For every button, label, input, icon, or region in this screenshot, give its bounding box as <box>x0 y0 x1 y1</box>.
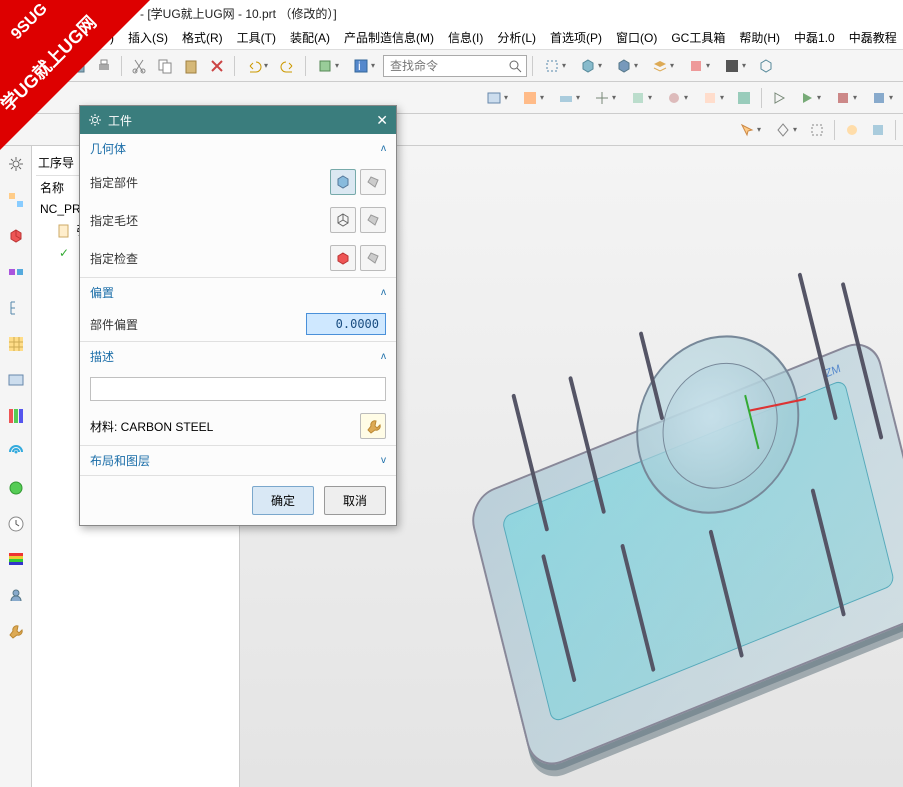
menu-analysis[interactable]: 分析(L) <box>493 27 540 48</box>
menu-zhonglei-tutorial[interactable]: 中磊教程 <box>845 27 901 48</box>
play2[interactable] <box>793 86 827 110</box>
op5[interactable] <box>624 86 658 110</box>
ok-button[interactable]: 确定 <box>252 486 314 515</box>
menu-format[interactable]: 格式(R) <box>178 27 227 48</box>
chevron-up-icon: ʌ <box>381 351 386 362</box>
sheet-icon[interactable] <box>4 332 28 356</box>
sel1[interactable] <box>733 118 767 142</box>
info-button[interactable]: i <box>347 54 381 78</box>
specify-check-label: 指定检查 <box>90 250 138 267</box>
play4[interactable] <box>865 86 899 110</box>
paste-button[interactable] <box>179 54 203 78</box>
chevron-up-icon: ʌ <box>381 143 386 154</box>
sel4[interactable] <box>840 118 864 142</box>
reuse-icon[interactable] <box>4 368 28 392</box>
search-button[interactable] <box>504 56 526 76</box>
globe-icon[interactable] <box>4 476 28 500</box>
description-input[interactable] <box>90 377 386 401</box>
op2[interactable] <box>516 86 550 110</box>
op3[interactable] <box>552 86 586 110</box>
display-blank-button[interactable] <box>360 207 386 233</box>
material-edit-button[interactable] <box>360 413 386 439</box>
menu-assembly[interactable]: 装配(A) <box>286 27 334 48</box>
op1[interactable] <box>480 86 514 110</box>
gradient-icon[interactable] <box>4 548 28 572</box>
play1[interactable] <box>767 86 791 110</box>
specify-blank-button[interactable] <box>330 207 356 233</box>
display-check-button[interactable] <box>360 245 386 271</box>
menu-tools[interactable]: 工具(T) <box>233 27 280 48</box>
gear-icon[interactable] <box>4 152 28 176</box>
tools-icon[interactable] <box>4 620 28 644</box>
part-nav-icon[interactable] <box>4 188 28 212</box>
more-button[interactable] <box>754 54 778 78</box>
op8[interactable] <box>732 86 756 110</box>
render-button[interactable] <box>574 54 608 78</box>
tree-icon[interactable] <box>4 296 28 320</box>
roles-icon[interactable] <box>4 584 28 608</box>
search-box <box>383 55 527 77</box>
chevron-up-icon: ʌ <box>381 287 386 298</box>
copy-button[interactable] <box>153 54 177 78</box>
resource-bar <box>0 146 32 787</box>
search-input[interactable] <box>384 59 504 73</box>
specify-part-label: 指定部件 <box>90 174 138 191</box>
menu-pmi[interactable]: 产品制造信息(M) <box>340 27 438 48</box>
doc-icon <box>56 223 72 239</box>
window-title: - [学UG就上UG网 - 10.prt （修改的）] <box>140 5 337 22</box>
menu-preferences[interactable]: 首选项(P) <box>546 27 606 48</box>
feature-button[interactable] <box>311 54 345 78</box>
clock-icon[interactable] <box>4 512 28 536</box>
layout-section-header[interactable]: 布局和图层 v <box>80 446 396 475</box>
menu-zhonglei1[interactable]: 中磊1.0 <box>790 27 839 48</box>
close-button[interactable]: ✕ <box>376 112 388 129</box>
layer-button[interactable] <box>646 54 680 78</box>
signal-icon[interactable] <box>4 440 28 464</box>
fit-button[interactable] <box>538 54 572 78</box>
description-section-header[interactable]: 描述 ʌ <box>80 342 396 371</box>
svg-text:i: i <box>358 59 361 73</box>
part-offset-input[interactable] <box>306 313 386 335</box>
sel3[interactable] <box>805 118 829 142</box>
undo-button[interactable] <box>240 54 274 78</box>
workpiece-dialog: 工件 ✕ 几何体 ʌ 指定部件 指定毛坯 <box>79 105 397 526</box>
specify-part-button[interactable] <box>330 169 356 195</box>
assembly-nav-icon[interactable] <box>4 224 28 248</box>
color-button[interactable] <box>718 54 752 78</box>
op6[interactable] <box>660 86 694 110</box>
play3[interactable] <box>829 86 863 110</box>
material-label: 材料: CARBON STEEL <box>90 418 213 435</box>
op7[interactable] <box>696 86 730 110</box>
tree-header-label: 工序导 <box>38 154 74 171</box>
menu-help[interactable]: 帮助(H) <box>735 27 784 48</box>
specify-blank-label: 指定毛坯 <box>90 212 138 229</box>
shade-button[interactable] <box>610 54 644 78</box>
offset-section-header[interactable]: 偏置 ʌ <box>80 278 396 307</box>
sel5[interactable] <box>866 118 890 142</box>
menu-window[interactable]: 窗口(O) <box>612 27 661 48</box>
menu-info[interactable]: 信息(I) <box>444 27 487 48</box>
clip-button[interactable] <box>682 54 716 78</box>
chevron-down-icon: v <box>381 455 386 466</box>
history-icon[interactable] <box>4 404 28 428</box>
specify-check-button[interactable] <box>330 245 356 271</box>
constraint-icon[interactable] <box>4 260 28 284</box>
menu-gctoolbox[interactable]: GC工具箱 <box>667 27 729 48</box>
cancel-button[interactable]: 取消 <box>324 486 386 515</box>
delete-button[interactable] <box>205 54 229 78</box>
display-part-button[interactable] <box>360 169 386 195</box>
sel2[interactable] <box>769 118 803 142</box>
op4[interactable] <box>588 86 622 110</box>
part-offset-label: 部件偏置 <box>90 316 138 333</box>
check-icon: ✓ <box>56 245 72 261</box>
redo-button[interactable] <box>276 54 300 78</box>
